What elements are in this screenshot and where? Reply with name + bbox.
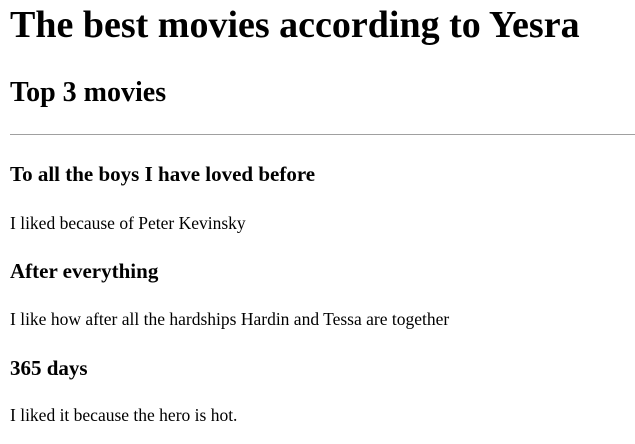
movie-comment: I liked it because the hero is hot. (10, 405, 238, 425)
movie-title: After everything (10, 259, 159, 283)
movie-item: 365 days I liked it because the hero is … (10, 356, 635, 425)
movie-item: To all the boys I have loved before I li… (10, 162, 635, 233)
movie-comment: I like how after all the hardships Hardi… (10, 309, 450, 329)
movie-title: 365 days (10, 356, 88, 380)
page-title: The best movies according to Yesra (10, 4, 580, 46)
movie-title: To all the boys I have loved before (10, 162, 316, 186)
movie-item: After everything I like how after all th… (10, 259, 635, 329)
movie-comment: I liked because of Peter Kevinsky (10, 213, 246, 233)
divider (10, 134, 635, 135)
section-heading: Top 3 movies (10, 77, 167, 108)
